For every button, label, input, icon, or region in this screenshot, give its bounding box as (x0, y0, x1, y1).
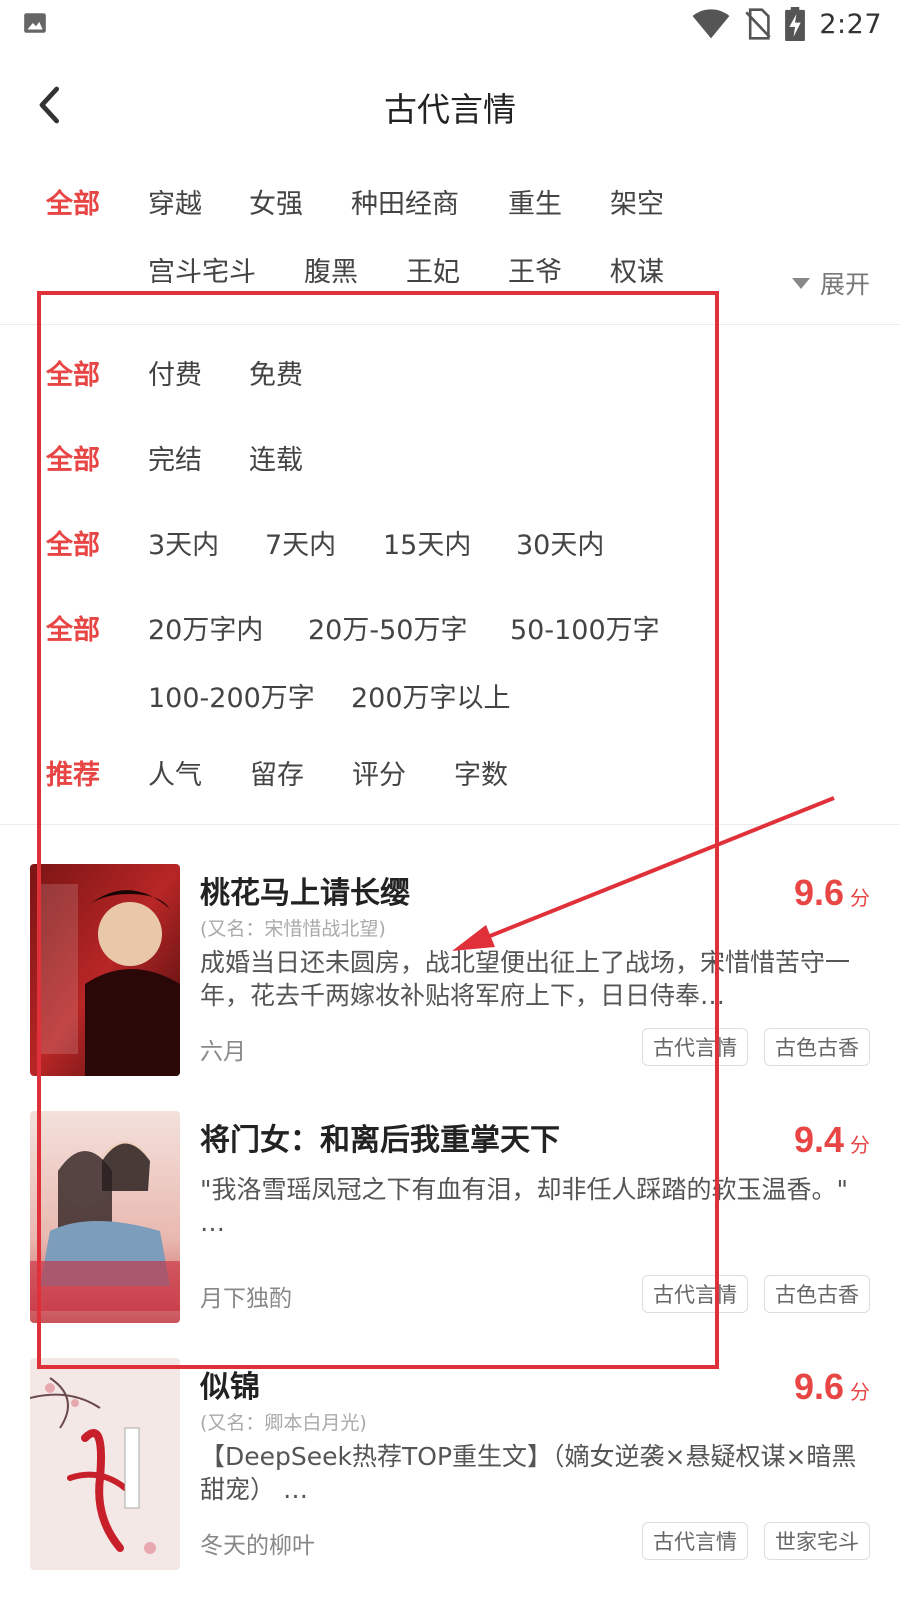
image-icon (24, 13, 46, 33)
book-score: 9.4 分 (794, 1119, 870, 1161)
sort-option[interactable]: 留存 (250, 751, 304, 801)
book-description: "我洛雪瑶凤冠之下有血有泪，却非任人踩踏的软玉温香。" … (200, 1175, 849, 1237)
divider (0, 824, 900, 825)
category-option[interactable]: 女强 (249, 180, 303, 230)
price-option[interactable]: 付费 (148, 351, 202, 401)
status-all[interactable]: 全部 (46, 436, 100, 486)
update-filter-row: 全部 3天内 7天内 15天内 30天内 (0, 521, 900, 571)
update-option[interactable]: 3天内 (148, 521, 219, 571)
length-option[interactable]: 20万-50万字 (308, 606, 467, 656)
score-value: 9.6 (793, 872, 844, 913)
length-option[interactable]: 20万字内 (148, 606, 263, 656)
book-cover[interactable] (30, 1358, 180, 1570)
book-item[interactable]: 似锦 9.6 分 (又名：卿本白月光) 【DeepSeek热荐TOP重生文】（嫡… (30, 1358, 870, 1570)
book-cover[interactable] (30, 864, 180, 1076)
sort-filter-row: 推荐 人气 留存 评分 字数 (0, 751, 900, 801)
length-filter-row-1: 全部 20万字内 20万-50万字 50-100万字 (0, 606, 900, 656)
book-tag[interactable]: 古代言情 (642, 1028, 748, 1066)
book-score: 9.6 分 (794, 872, 870, 914)
book-tag[interactable]: 世家宅斗 (764, 1522, 870, 1560)
book-title[interactable]: 似锦 (200, 1362, 260, 1406)
sort-option[interactable]: 评分 (352, 751, 406, 801)
battery-charging-icon (785, 7, 806, 41)
status-bar: 2:27 (0, 0, 900, 50)
expand-label: 展开 (819, 270, 870, 299)
book-author[interactable]: 六月 (200, 1032, 246, 1066)
book-author[interactable]: 月下独酌 (200, 1279, 292, 1313)
score-unit: 分 (850, 1133, 870, 1157)
status-option[interactable]: 连载 (249, 436, 303, 486)
update-option[interactable]: 15天内 (383, 521, 471, 571)
book-item[interactable]: 将门女：和离后我重掌天下 9.4 分 "我洛雪瑶凤冠之下有血有泪，却非任人踩踏的… (30, 1111, 870, 1323)
book-description: 成婚当日还未圆房，战北望便出征上了战场，宋惜惜苦守一年，花去千两嫁妆补贴将军府上… (200, 948, 851, 1010)
length-option[interactable]: 200万字以上 (351, 674, 511, 724)
length-filter-row-2: 100-200万字 200万字以上 (0, 674, 900, 724)
book-alias: (又名：卿本白月光) (200, 1412, 367, 1434)
book-tags: 古代言情 古色古香 (642, 1275, 870, 1313)
book-tags: 古代言情 古色古香 (642, 1028, 870, 1066)
score-unit: 分 (850, 886, 870, 910)
sort-option[interactable]: 人气 (148, 751, 202, 801)
length-option[interactable]: 100-200万字 (148, 674, 315, 724)
category-option[interactable]: 王爷 (508, 248, 562, 298)
category-filter-row-1: 全部 穿越 女强 种田经商 重生 架空 (0, 180, 900, 230)
category-filter-row-2: 宫斗宅斗 腹黑 王妃 王爷 权谋 (0, 248, 900, 298)
caret-down-icon (791, 277, 810, 289)
category-option[interactable]: 重生 (508, 180, 562, 230)
book-tag[interactable]: 古色古香 (764, 1275, 870, 1313)
category-option[interactable]: 宫斗宅斗 (148, 248, 256, 298)
update-all[interactable]: 全部 (46, 521, 100, 571)
status-filter-row: 全部 完结 连载 (0, 436, 900, 486)
no-sim-icon (745, 8, 772, 40)
status-option[interactable]: 完结 (148, 436, 202, 486)
category-option[interactable]: 种田经商 (351, 180, 459, 230)
category-option[interactable]: 穿越 (148, 180, 202, 230)
category-option[interactable]: 腹黑 (304, 248, 358, 298)
price-filter-row: 全部 付费 免费 (0, 351, 900, 401)
book-title[interactable]: 桃花马上请长缨 (200, 868, 410, 912)
sort-option[interactable]: 字数 (454, 751, 508, 801)
page-title: 古代言情 (384, 90, 516, 129)
length-option[interactable]: 50-100万字 (510, 606, 660, 656)
score-value: 9.6 (793, 1366, 844, 1407)
expand-button[interactable]: 展开 (791, 263, 870, 303)
book-author[interactable]: 冬天的柳叶 (200, 1526, 315, 1560)
price-option[interactable]: 免费 (249, 351, 303, 401)
score-unit: 分 (850, 1380, 870, 1404)
score-value: 9.4 (793, 1119, 844, 1160)
update-option[interactable]: 30天内 (516, 521, 604, 571)
category-all[interactable]: 全部 (46, 180, 100, 230)
book-tag[interactable]: 古色古香 (764, 1028, 870, 1066)
book-tag[interactable]: 古代言情 (642, 1522, 748, 1560)
book-alias: (又名：宋惜惜战北望) (200, 918, 386, 940)
divider (0, 324, 900, 325)
update-option[interactable]: 7天内 (265, 521, 336, 571)
book-score: 9.6 分 (794, 1366, 870, 1408)
price-all[interactable]: 全部 (46, 351, 100, 401)
length-all[interactable]: 全部 (46, 606, 100, 656)
book-description: 【DeepSeek热荐TOP重生文】（嫡女逆袭×悬疑权谋×暗黑甜宠） … (200, 1442, 857, 1504)
category-option[interactable]: 架空 (610, 180, 664, 230)
book-title[interactable]: 将门女：和离后我重掌天下 (200, 1115, 560, 1159)
book-tag[interactable]: 古代言情 (642, 1275, 748, 1313)
book-cover[interactable] (30, 1111, 180, 1323)
category-option[interactable]: 王妃 (406, 248, 460, 298)
top-header: 古代言情 (0, 55, 900, 155)
status-time: 2:27 (819, 8, 882, 40)
sort-recommended[interactable]: 推荐 (46, 751, 100, 801)
book-tags: 古代言情 世家宅斗 (642, 1522, 870, 1560)
wifi-icon (692, 9, 730, 39)
category-option[interactable]: 权谋 (610, 248, 664, 298)
book-item[interactable]: 桃花马上请长缨 9.6 分 (又名：宋惜惜战北望) 成婚当日还未圆房，战北望便出… (30, 864, 870, 1076)
